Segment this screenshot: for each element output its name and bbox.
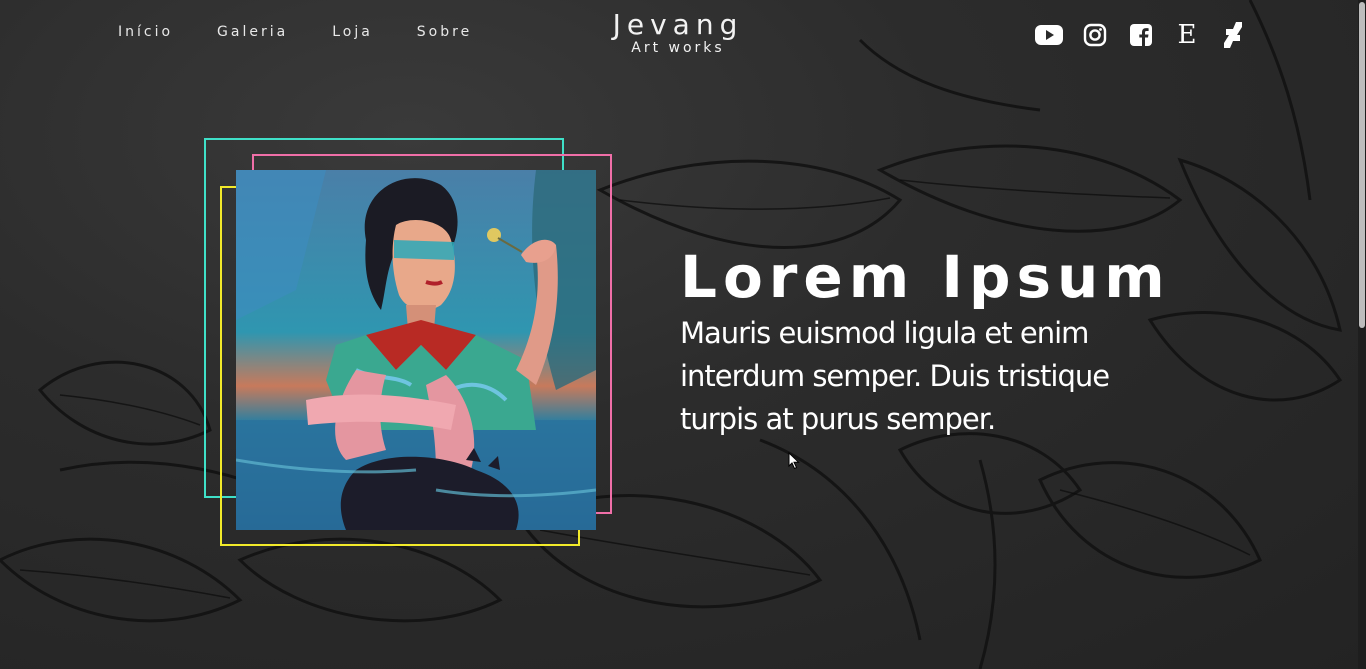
nav-link-sobre[interactable]: Sobre <box>417 24 472 40</box>
featured-painting[interactable] <box>236 170 596 530</box>
social-links: E <box>1034 20 1264 50</box>
deviantart-icon[interactable] <box>1218 20 1248 50</box>
page: Início Galeria Loja Sobre Jevang Art wor… <box>0 0 1366 669</box>
etsy-icon[interactable]: E <box>1172 20 1202 50</box>
brand-logo[interactable]: Jevang Art works <box>600 8 756 57</box>
mouse-cursor-icon <box>788 452 800 470</box>
nav-links: Início Galeria Loja Sobre <box>118 24 516 40</box>
nav-link-loja[interactable]: Loja <box>332 24 373 40</box>
etsy-glyph: E <box>1177 20 1197 50</box>
nav-link-inicio[interactable]: Início <box>118 24 173 40</box>
scrollbar-thumb[interactable] <box>1359 2 1365 328</box>
youtube-icon[interactable] <box>1034 20 1064 50</box>
top-navbar: Início Galeria Loja Sobre Jevang Art wor… <box>0 0 1366 70</box>
hero-title: Lorem Ipsum <box>680 243 1171 311</box>
brand-name: Jevang <box>612 8 744 41</box>
hero-text: Mauris euismod ligula et enim interdum s… <box>680 316 1110 436</box>
brand-subtitle: Art works <box>631 40 725 56</box>
page-scrollbar[interactable] <box>1358 0 1366 669</box>
nav-link-galeria[interactable]: Galeria <box>217 24 288 40</box>
facebook-icon[interactable] <box>1126 20 1156 50</box>
instagram-icon[interactable] <box>1080 20 1110 50</box>
